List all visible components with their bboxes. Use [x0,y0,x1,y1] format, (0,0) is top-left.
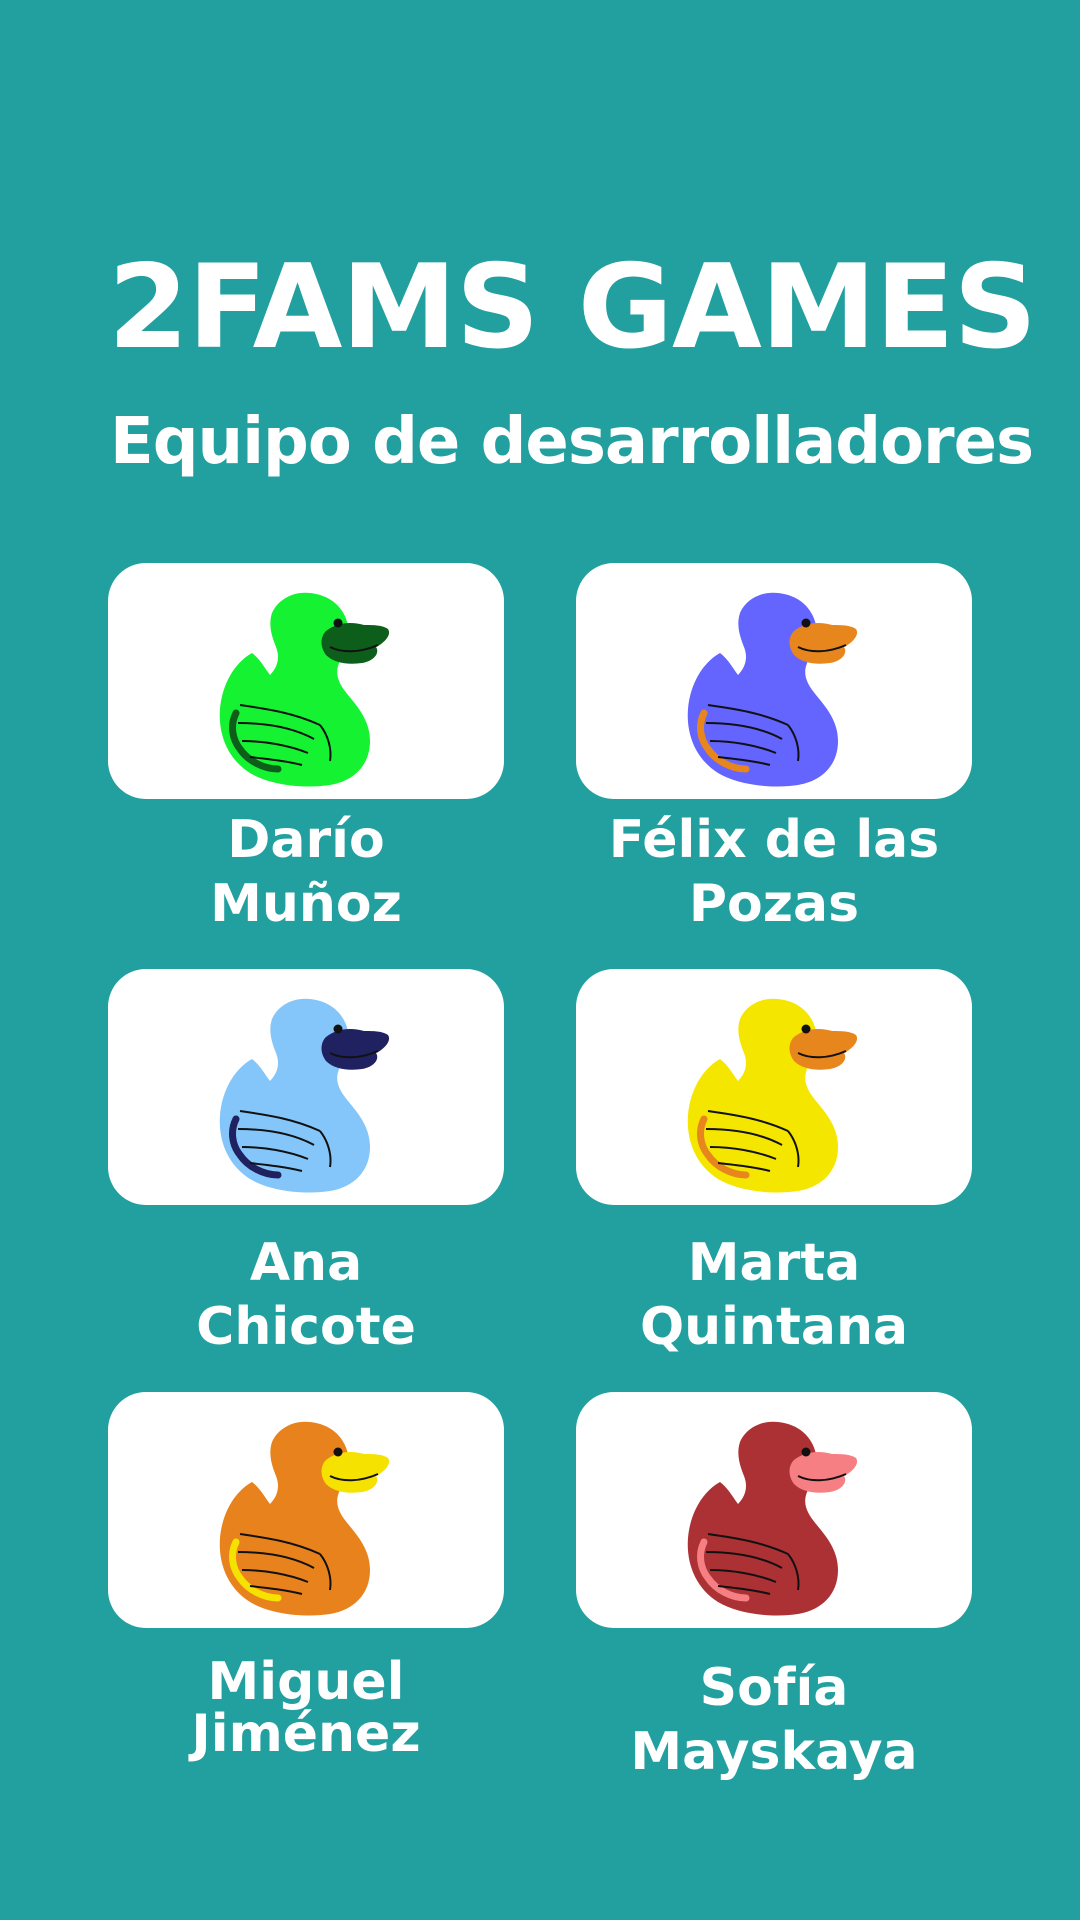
member-name: Marta Quintana [576,1231,972,1359]
member-name: Félix de las Pozas [576,808,972,936]
member-first-name: Ana [249,1233,363,1293]
member-name: Miguel Jiménez [108,1656,504,1760]
member-first-name: Darío [227,810,385,870]
member-last-name: Muñoz [210,874,402,934]
yellow-rubber-duck-icon [687,998,858,1193]
member-first-name: Miguel [207,1652,405,1712]
member-name: Darío Muñoz [108,808,504,936]
page-title: 2FAMS GAMES [108,240,1037,375]
member-first-name: Sofía [699,1658,849,1718]
member-card [576,563,972,799]
member-card [576,1392,972,1628]
member-last-name: Quintana [639,1297,909,1357]
member-first-name: Marta [687,1233,861,1293]
light-blue-rubber-duck-icon [219,998,390,1193]
member-last-name: Mayskaya [630,1722,918,1782]
member-last-name: Chicote [196,1297,416,1357]
member-first-name: Félix de las [608,810,940,870]
green-rubber-duck-icon [219,592,390,787]
member-name: Ana Chicote [108,1231,504,1359]
orange-rubber-duck-icon [219,1421,390,1616]
member-last-name: Jiménez [191,1704,421,1764]
member-card [108,969,504,1205]
member-card [108,563,504,799]
member-card [108,1392,504,1628]
member-last-name: Pozas [688,874,860,934]
page-subtitle: Equipo de desarrolladores [110,405,1034,479]
member-name: Sofía Mayskaya [576,1656,972,1784]
red-rubber-duck-icon [687,1421,858,1616]
purple-rubber-duck-icon [687,592,858,787]
member-card [576,969,972,1205]
